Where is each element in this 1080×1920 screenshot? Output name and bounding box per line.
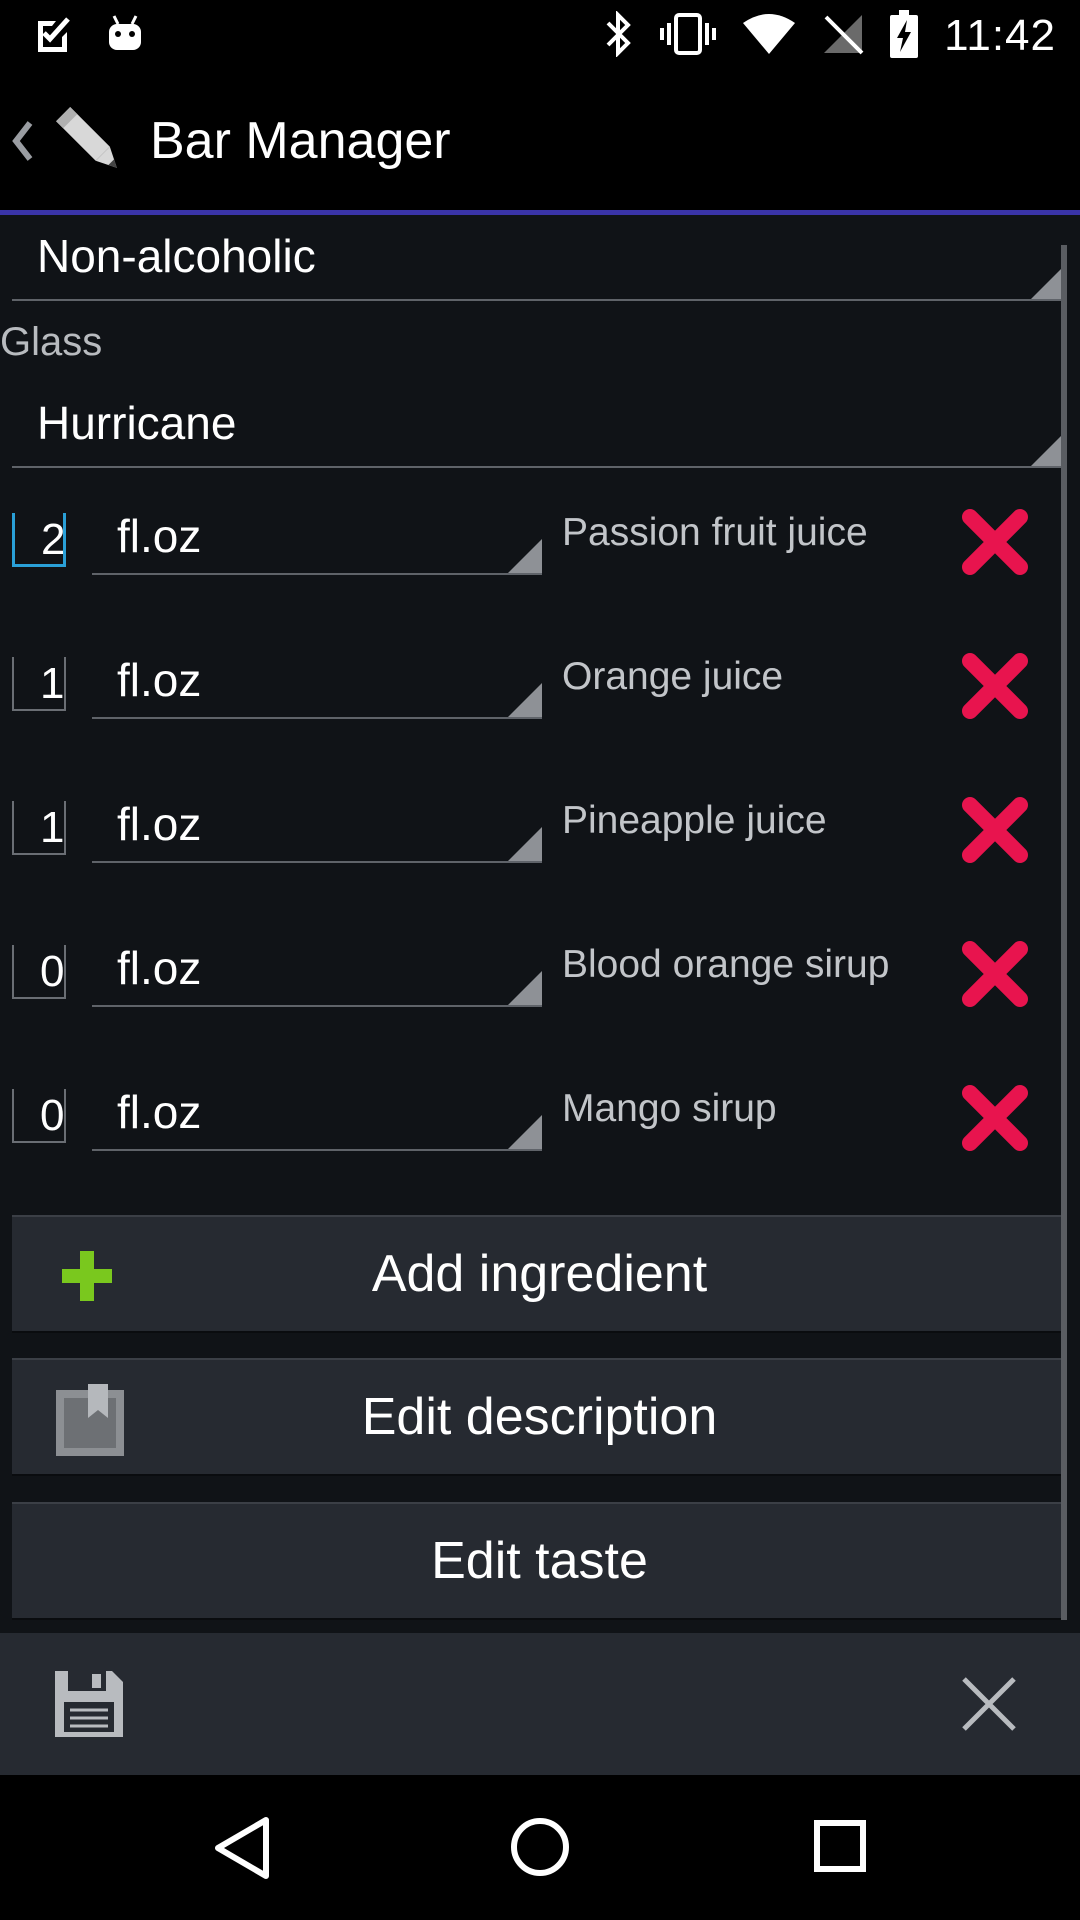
pencil-icon[interactable] bbox=[50, 101, 130, 181]
ingredient-name: Blood orange sirup bbox=[562, 943, 890, 986]
ingredient-row: 0 fl.oz Mango sirup bbox=[0, 1061, 1060, 1171]
delete-ingredient-icon[interactable] bbox=[960, 507, 1030, 577]
unit-value: fl.oz bbox=[117, 1086, 202, 1138]
nav-back-icon[interactable] bbox=[212, 1815, 272, 1881]
ingredient-name: Orange juice bbox=[562, 655, 784, 698]
unit-value: fl.oz bbox=[117, 654, 202, 706]
add-ingredient-button[interactable]: Add ingredient bbox=[12, 1215, 1067, 1333]
app-title: Bar Manager bbox=[150, 112, 451, 170]
quantity-field[interactable]: 0 bbox=[12, 945, 66, 999]
ingredient-row: 1 fl.oz Orange juice bbox=[0, 629, 1060, 739]
quantity-field[interactable]: 1 bbox=[12, 801, 66, 855]
action-bar: Bar Manager bbox=[0, 72, 1080, 210]
glass-spinner[interactable]: Hurricane bbox=[12, 382, 1067, 468]
vibrate-icon bbox=[660, 11, 717, 62]
category-value: Non-alcoholic bbox=[37, 230, 316, 282]
ingredient-name: Pineapple juice bbox=[562, 799, 827, 842]
battery-charging-icon bbox=[890, 9, 919, 63]
unit-spinner[interactable]: fl.oz bbox=[92, 1071, 542, 1151]
wifi-icon bbox=[742, 13, 796, 60]
ingredient-name: Passion fruit juice bbox=[562, 511, 868, 554]
unit-value: fl.oz bbox=[117, 942, 202, 994]
unit-spinner[interactable]: fl.oz bbox=[92, 783, 542, 863]
quantity-field[interactable]: 1 bbox=[12, 657, 66, 711]
edit-taste-label: Edit taste bbox=[431, 1532, 648, 1590]
quantity-field[interactable]: 0 bbox=[12, 1089, 66, 1143]
unit-spinner[interactable]: fl.oz bbox=[92, 927, 542, 1007]
delete-ingredient-icon[interactable] bbox=[960, 795, 1030, 865]
dropdown-triangle-icon bbox=[508, 539, 542, 573]
save-icon[interactable] bbox=[52, 1668, 126, 1740]
ingredient-name: Mango sirup bbox=[562, 1087, 777, 1130]
dropdown-triangle-icon bbox=[508, 971, 542, 1005]
ingredient-row: 0 fl.oz Blood orange sirup bbox=[0, 917, 1060, 1027]
bluetooth-icon bbox=[604, 9, 634, 62]
recipe-form: Non-alcoholic Glass Hurricane 2 fl.oz Pa… bbox=[0, 215, 1080, 1633]
checklist-icon bbox=[34, 13, 76, 60]
close-icon[interactable] bbox=[960, 1675, 1018, 1733]
clock: 11:42 bbox=[944, 11, 1056, 60]
android-icon bbox=[106, 14, 144, 59]
edit-taste-button[interactable]: Edit taste bbox=[12, 1502, 1067, 1620]
unit-spinner[interactable]: fl.oz bbox=[92, 495, 542, 575]
unit-spinner[interactable]: fl.oz bbox=[92, 639, 542, 719]
ingredient-row: 2 fl.oz Passion fruit juice bbox=[0, 485, 1060, 595]
navigation-bar bbox=[0, 1775, 1080, 1920]
glass-value: Hurricane bbox=[37, 397, 237, 449]
glass-label: Glass bbox=[0, 320, 103, 364]
category-spinner[interactable]: Non-alcoholic bbox=[12, 215, 1067, 301]
scrollbar[interactable] bbox=[1061, 245, 1067, 1620]
delete-ingredient-icon[interactable] bbox=[960, 651, 1030, 721]
bottom-action-bar bbox=[0, 1633, 1080, 1775]
delete-ingredient-icon[interactable] bbox=[960, 1083, 1030, 1153]
status-bar: 11:42 bbox=[0, 0, 1080, 72]
dropdown-triangle-icon bbox=[508, 1115, 542, 1149]
ingredient-row: 1 fl.oz Pineapple juice bbox=[0, 773, 1060, 883]
unit-value: fl.oz bbox=[117, 798, 202, 850]
quantity-field[interactable]: 2 bbox=[12, 513, 66, 567]
chevron-left-icon[interactable] bbox=[10, 119, 40, 163]
edit-description-button[interactable]: Edit description bbox=[12, 1358, 1067, 1476]
add-ingredient-label: Add ingredient bbox=[371, 1245, 708, 1303]
nav-home-icon[interactable] bbox=[510, 1817, 570, 1877]
dropdown-triangle-icon bbox=[508, 827, 542, 861]
delete-ingredient-icon[interactable] bbox=[960, 939, 1030, 1009]
dropdown-triangle-icon bbox=[508, 683, 542, 717]
no-sim-icon bbox=[822, 13, 864, 60]
edit-description-label: Edit description bbox=[361, 1388, 718, 1446]
unit-value: fl.oz bbox=[117, 510, 202, 562]
nav-recents-icon[interactable] bbox=[813, 1819, 867, 1873]
